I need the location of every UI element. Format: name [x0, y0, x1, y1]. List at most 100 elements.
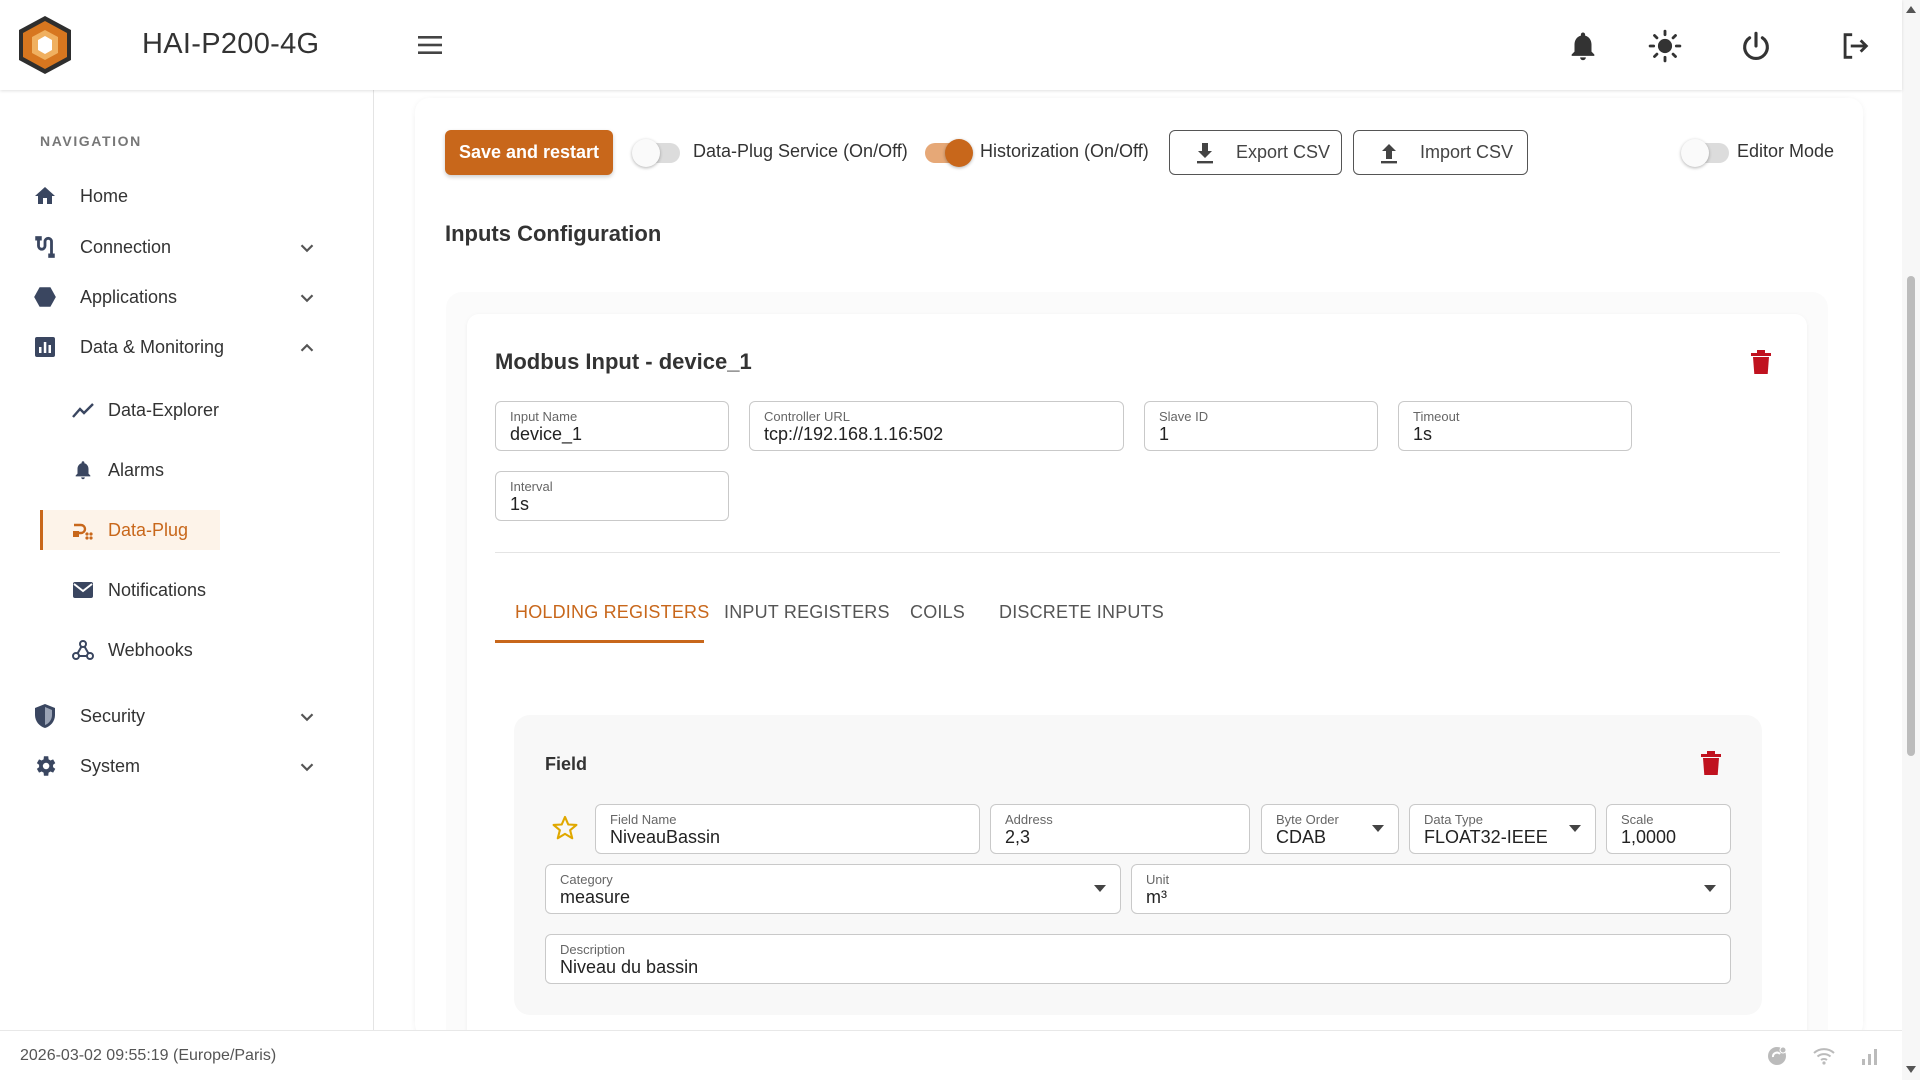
- description-field[interactable]: Description Niveau du bassin: [545, 934, 1731, 984]
- status-datetime: 2026-03-02 09:55:19 (Europe/Paris): [20, 1047, 277, 1064]
- connection-icon: [28, 232, 62, 262]
- scroll-up-arrow-icon[interactable]: [1906, 6, 1916, 13]
- field-name-field[interactable]: Field Name NiveauBassin: [595, 804, 980, 854]
- unit-select[interactable]: Unit m³: [1131, 864, 1731, 914]
- menu-icon[interactable]: [416, 32, 444, 58]
- controller-url-field[interactable]: Controller URL tcp://192.168.1.16:502: [749, 401, 1124, 451]
- scroll-down-arrow-icon[interactable]: [1906, 1066, 1916, 1073]
- status-bar: 2026-03-02 09:55:19 (Europe/Paris): [0, 1030, 1902, 1080]
- field-card-title: Field: [545, 754, 588, 774]
- field-value: 1,0000: [1621, 827, 1677, 847]
- sidebar-item-home[interactable]: Home: [28, 176, 338, 216]
- field-label: Address: [1005, 812, 1053, 827]
- delete-field-icon[interactable]: [1700, 750, 1722, 776]
- upload-icon: [1381, 143, 1397, 163]
- sidebar-item-label: Data-Plug: [108, 519, 189, 540]
- sidebar-item-applications[interactable]: Applications: [28, 277, 338, 317]
- chevron-down-icon: [300, 294, 314, 303]
- signal-icon: [1862, 1049, 1877, 1065]
- field-value: 1s: [1413, 424, 1433, 444]
- category-select[interactable]: Category measure: [545, 864, 1121, 914]
- sidebar-item-connection[interactable]: Connection: [28, 227, 338, 267]
- interval-field[interactable]: Interval 1s: [495, 471, 729, 521]
- field-value: Niveau du bassin: [560, 957, 699, 977]
- logo: [19, 16, 71, 74]
- sidebar-item-label: Data & Monitoring: [80, 336, 225, 357]
- field-label: Data Type: [1424, 812, 1484, 827]
- plug-icon: [66, 516, 100, 544]
- sidebar-item-label: Notifications: [108, 579, 207, 600]
- import-csv-button[interactable]: Import CSV: [1353, 130, 1528, 175]
- byte-order-select[interactable]: Byte Order CDAB: [1261, 804, 1399, 854]
- scrollbar[interactable]: [1902, 0, 1920, 1080]
- field-value: 2,3: [1005, 827, 1031, 847]
- historization-toggle[interactable]: [925, 139, 973, 167]
- field-label: Byte Order: [1276, 812, 1339, 827]
- sidebar-item-data-explorer[interactable]: Data-Explorer: [40, 390, 220, 430]
- delete-device-icon[interactable]: [1750, 349, 1772, 375]
- logout-icon[interactable]: [1838, 29, 1872, 63]
- tab-input-registers[interactable]: INPUT REGISTERS: [724, 602, 890, 623]
- device-title: Modbus Input - device_1: [495, 349, 752, 374]
- field-value: 1s: [510, 494, 530, 514]
- export-csv-button[interactable]: Export CSV: [1169, 130, 1342, 175]
- chevron-down-icon: [300, 244, 314, 253]
- home-icon: [28, 181, 62, 211]
- chevron-down-icon: [300, 713, 314, 722]
- divider: [495, 552, 1780, 553]
- webhook-icon: [66, 636, 100, 664]
- timeout-field[interactable]: Timeout 1s: [1398, 401, 1632, 451]
- sun-icon[interactable]: [1648, 29, 1682, 63]
- chevron-down-icon: [300, 763, 314, 772]
- sidebar-item-label: Security: [80, 705, 146, 726]
- tab-coils[interactable]: COILS: [910, 602, 965, 623]
- import-csv-label: Import CSV: [1420, 142, 1514, 162]
- data-type-select[interactable]: Data Type FLOAT32-IEEE: [1409, 804, 1596, 854]
- input-name-field[interactable]: Input Name device_1: [495, 401, 729, 451]
- field-value: m³: [1146, 887, 1167, 907]
- tab-holding-registers[interactable]: HOLDING REGISTERS: [515, 602, 709, 623]
- sidebar-item-label: Data-Explorer: [108, 399, 220, 420]
- field-label: Slave ID: [1159, 409, 1209, 424]
- app-title: HAI-P200-4G: [142, 28, 320, 60]
- sidebar-item-data-plug[interactable]: Data-Plug: [40, 510, 220, 550]
- dataplug-service-toggle[interactable]: [632, 139, 680, 167]
- bell-icon[interactable]: [1566, 29, 1600, 63]
- top-bar: HAI-P200-4G: [0, 0, 1902, 90]
- editor-mode-label: Editor Mode: [1737, 141, 1835, 161]
- sidebar-item-label: Home: [80, 185, 129, 206]
- editor-mode-toggle[interactable]: [1681, 139, 1729, 167]
- sidebar-item-security[interactable]: Security: [28, 696, 338, 736]
- sidebar-item-system[interactable]: System: [28, 746, 338, 786]
- address-field[interactable]: Address 2,3: [990, 804, 1250, 854]
- dropdown-caret-icon: [1569, 825, 1581, 832]
- wifi-icon: [1813, 1048, 1835, 1065]
- sidebar-item-notifications[interactable]: Notifications: [40, 570, 220, 610]
- tab-discrete-inputs[interactable]: DISCRETE INPUTS: [999, 602, 1164, 623]
- trend-icon: [66, 396, 100, 424]
- sidebar-item-label: Webhooks: [108, 639, 193, 660]
- field-label: Description: [560, 942, 626, 957]
- sidebar-item-label: Applications: [80, 286, 178, 307]
- sidebar-item-data-monitoring[interactable]: Data & Monitoring: [28, 327, 338, 367]
- chevron-up-icon: [300, 343, 314, 352]
- scale-field[interactable]: Scale 1,0000: [1606, 804, 1731, 854]
- cloud-sync-icon: [1768, 1046, 1787, 1065]
- save-and-restart-button[interactable]: Save and restart: [445, 130, 613, 175]
- field-label: Scale: [1621, 812, 1654, 827]
- scroll-thumb[interactable]: [1907, 276, 1915, 756]
- download-icon: [1197, 142, 1213, 163]
- field-value: measure: [560, 887, 631, 907]
- field-label: Field Name: [610, 812, 677, 827]
- star-icon[interactable]: [551, 814, 579, 842]
- field-value: 1: [1159, 424, 1170, 444]
- power-icon[interactable]: [1739, 29, 1773, 63]
- sidebar-item-webhooks[interactable]: Webhooks: [40, 630, 220, 670]
- bell-icon: [66, 456, 100, 484]
- sidebar-item-label: Connection: [80, 236, 172, 257]
- sidebar-item-label: Alarms: [108, 459, 165, 480]
- shield-icon: [28, 701, 62, 731]
- sidebar-item-alarms[interactable]: Alarms: [40, 450, 220, 490]
- slave-id-field[interactable]: Slave ID 1: [1144, 401, 1378, 451]
- dataplug-service-label: Data-Plug Service (On/Off): [693, 141, 908, 161]
